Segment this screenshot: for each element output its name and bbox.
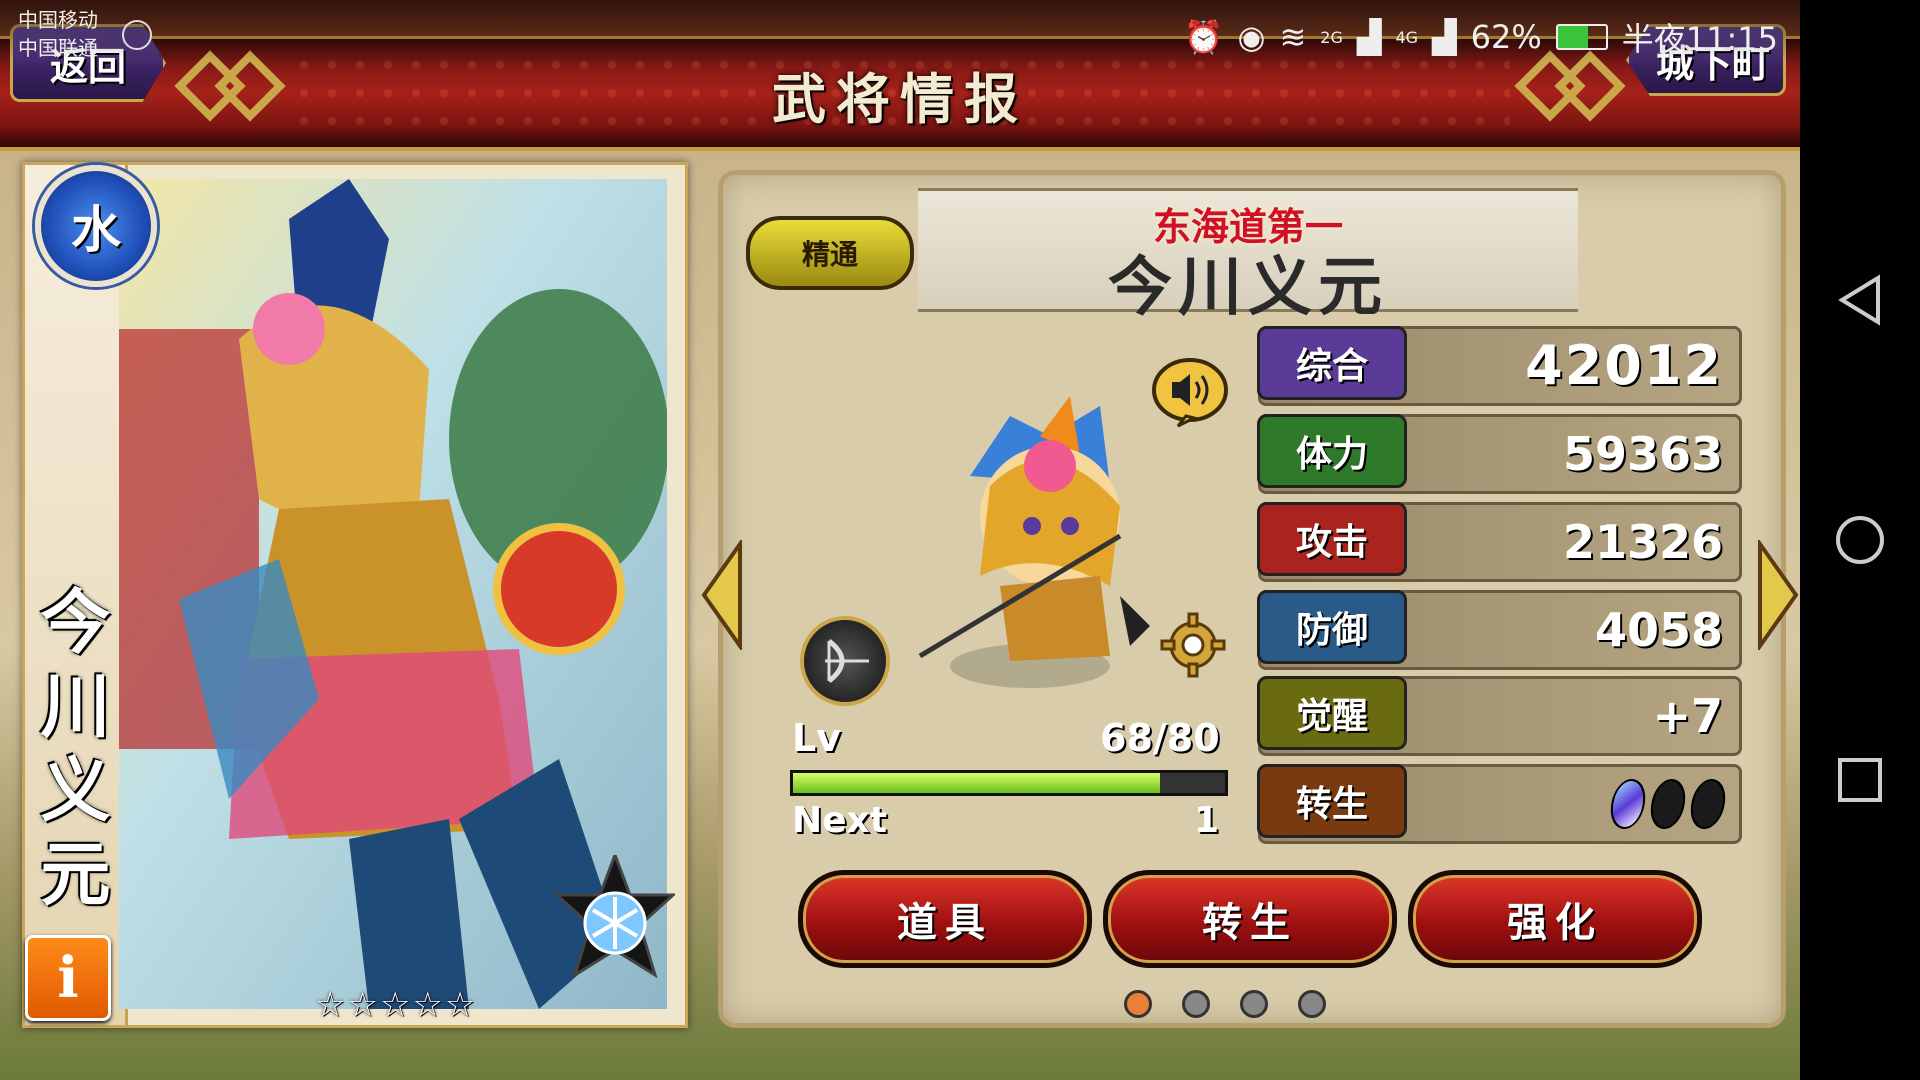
- gear-icon[interactable]: [1160, 612, 1226, 678]
- carrier-1: 中国移动: [18, 8, 98, 32]
- back-nav-button[interactable]: [1830, 270, 1890, 330]
- clock-time: 半夜11:15: [1621, 20, 1778, 58]
- square-recents-icon: [1838, 758, 1882, 802]
- level-label: Lv: [792, 716, 841, 760]
- stat-row: 防御 4058: [1257, 590, 1742, 670]
- chibi-warlord-sprite: [918, 396, 1150, 688]
- circle-home-icon: [1836, 516, 1884, 564]
- signal-icon: ▟: [1432, 18, 1457, 56]
- recents-nav-button[interactable]: [1830, 750, 1890, 810]
- android-navigation-bar: [1800, 0, 1920, 1080]
- level-value: 68/80: [1100, 716, 1220, 760]
- speaker-icon[interactable]: [1150, 356, 1230, 432]
- rebirth-gems: [1604, 779, 1732, 829]
- arrow-left-icon[interactable]: [700, 540, 744, 650]
- water-element-badge: 水: [35, 165, 157, 287]
- rank-badge: 精通: [746, 216, 914, 290]
- stat-value: 21326: [1562, 515, 1723, 569]
- triangle-back-icon: [1838, 274, 1880, 326]
- stat-value: 59363: [1562, 427, 1723, 481]
- enhance-button[interactable]: 强化: [1408, 870, 1702, 968]
- wifi-icon: ≋: [1279, 18, 1307, 56]
- signal-icon: ▟: [1356, 18, 1382, 56]
- game-screen: 中国移动 中国联通 ⏰ ◉ ≋ 2G ▟ 4G ▟ 62% 半夜11:15 武将…: [0, 0, 1800, 1080]
- page-dot[interactable]: [1182, 990, 1210, 1018]
- status-bar: 中国移动 中国联通 ⏰ ◉ ≋ 2G ▟ 4G ▟ 62% 半夜11:15: [0, 0, 1800, 60]
- stat-value: 4058: [1594, 603, 1723, 657]
- stat-label: 综合: [1257, 326, 1407, 400]
- snowflake-emblem-icon: [555, 855, 675, 979]
- rebirth-button[interactable]: 转生: [1103, 870, 1397, 968]
- next-exp-value: 1: [1194, 800, 1220, 841]
- stat-label: 觉醒: [1257, 676, 1407, 750]
- status-icons: ⏰ ◉ ≋ 2G ▟ 4G ▟ 62% 半夜11:15: [1184, 14, 1778, 60]
- clock-icon: [122, 20, 152, 50]
- page-dot[interactable]: [1124, 990, 1152, 1018]
- stat-row: 觉醒 +7: [1257, 676, 1742, 756]
- stat-label: 防御: [1257, 590, 1407, 664]
- rebirth-gem-filled-icon: [1604, 779, 1652, 829]
- stat-label: 转生: [1257, 764, 1407, 838]
- experience-fill: [793, 773, 1161, 793]
- battery-icon: [1555, 24, 1608, 50]
- stat-row: 体力 59363: [1257, 414, 1742, 494]
- stat-value: +7: [1652, 689, 1723, 743]
- rarity-stars: ☆☆☆☆☆: [315, 985, 478, 1025]
- network-2g-label: 2G: [1320, 27, 1343, 47]
- bow-skill-icon[interactable]: [800, 616, 890, 706]
- page-dot[interactable]: [1298, 990, 1326, 1018]
- home-nav-button[interactable]: [1830, 510, 1890, 570]
- bow-icon: [825, 639, 869, 683]
- info-button[interactable]: i: [25, 935, 111, 1021]
- stat-value: 42012: [1525, 334, 1723, 397]
- page-dot[interactable]: [1240, 990, 1268, 1018]
- warlord-card[interactable]: 水 今川义元 i ☆☆☆☆☆: [22, 162, 688, 1028]
- experience-bar: [790, 770, 1228, 796]
- stat-row: 攻击 21326: [1257, 502, 1742, 582]
- stat-row: 转生: [1257, 764, 1742, 844]
- alarm-icon: ⏰: [1183, 18, 1224, 56]
- stat-label: 攻击: [1257, 502, 1407, 576]
- next-exp-label: Next: [792, 800, 887, 841]
- stat-label: 体力: [1257, 414, 1407, 488]
- network-4g-label: 4G: [1395, 27, 1419, 47]
- rebirth-gem-empty-icon: [1684, 779, 1732, 829]
- card-warlord-name: 今川义元: [29, 585, 111, 921]
- battery-percent: 62%: [1470, 18, 1542, 56]
- items-button[interactable]: 道具: [798, 870, 1092, 968]
- carrier-2: 中国联通: [18, 36, 98, 60]
- stat-row: 综合 42012: [1257, 326, 1742, 406]
- eye-icon: ◉: [1237, 18, 1266, 56]
- warlord-name: 今川义元: [1108, 250, 1388, 325]
- rebirth-gem-empty-icon: [1644, 779, 1692, 829]
- arrow-right-icon[interactable]: [1756, 540, 1800, 650]
